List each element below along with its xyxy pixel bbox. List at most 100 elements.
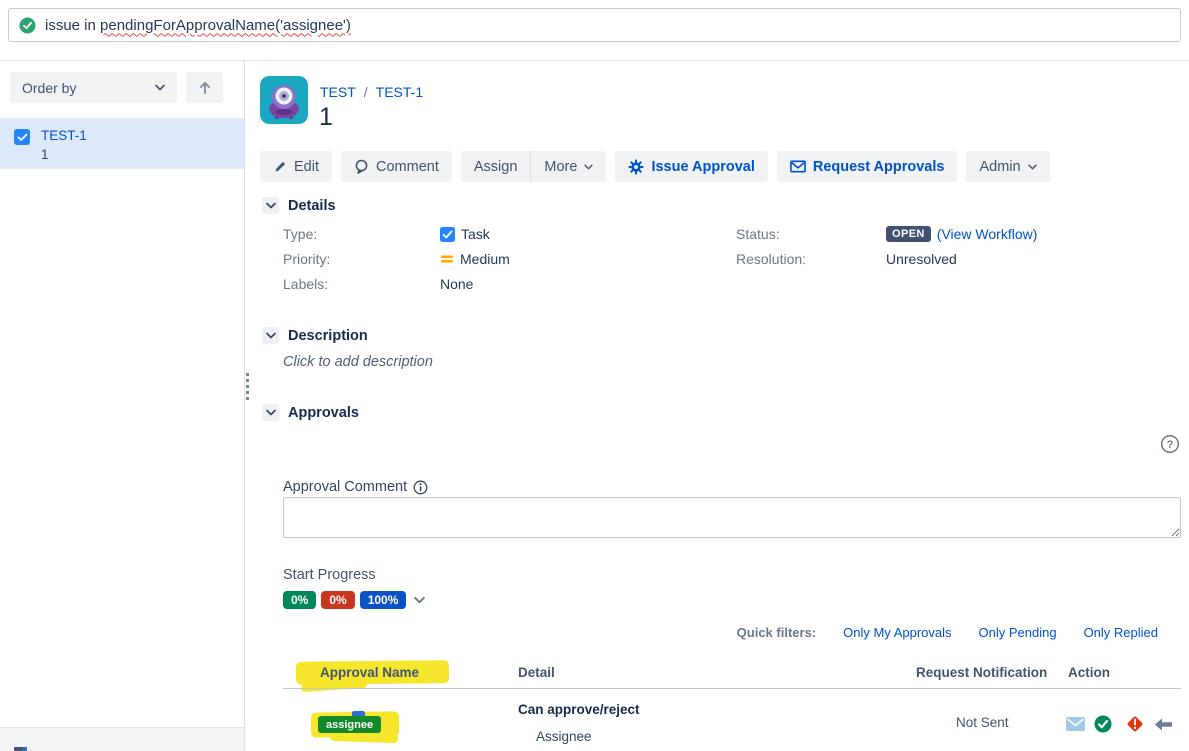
yellow-highlight-assignee-tail <box>330 732 398 743</box>
field-row-priority: Priority: Medium <box>283 251 510 267</box>
issue-toolbar: Edit Comment Assign More <box>260 151 1050 182</box>
filter-only-replied[interactable]: Only Replied <box>1084 625 1158 640</box>
request-approvals-label: Request Approvals <box>813 159 945 175</box>
filter-only-my-approvals[interactable]: Only My Approvals <box>843 625 951 640</box>
details-collapse-chevron-icon[interactable] <box>262 197 279 214</box>
assign-button[interactable]: Assign <box>461 151 531 182</box>
chevron-down-icon <box>584 164 593 170</box>
column-header-approval-name: Approval Name <box>320 665 419 680</box>
chevron-down-icon <box>155 84 165 91</box>
details-section-header: Details <box>262 197 336 214</box>
issue-list-sidebar: Order by TEST-1 1 <box>0 61 245 751</box>
chevron-down-icon <box>1028 164 1037 170</box>
issue-approval-label: Issue Approval <box>651 159 754 175</box>
order-by-dropdown[interactable]: Order by <box>10 72 177 103</box>
approve-check-icon[interactable] <box>1094 715 1112 733</box>
sort-direction-button[interactable] <box>186 72 223 103</box>
progress-badges-row: 0% 0% 100% <box>283 591 425 609</box>
approvals-collapse-chevron-icon[interactable] <box>262 404 279 421</box>
task-type-icon <box>440 227 455 242</box>
progress-badge-pending[interactable]: 100% <box>360 591 407 609</box>
sidebar-resize-handle[interactable] <box>246 373 249 400</box>
issue-title: 1 <box>319 103 333 132</box>
view-workflow-link[interactable]: (View Workflow) <box>937 226 1038 242</box>
details-heading: Details <box>288 198 336 214</box>
description-section-header: Description <box>262 327 368 344</box>
start-progress-label: Start Progress <box>283 567 376 583</box>
assign-more-button-group: Assign More <box>461 151 607 182</box>
add-description-placeholder[interactable]: Click to add description <box>283 354 433 370</box>
project-avatar <box>260 76 308 124</box>
status-badge: OPEN <box>886 226 931 242</box>
comment-button[interactable]: Comment <box>341 151 452 182</box>
priority-value: Medium <box>460 251 510 267</box>
approvals-section-header: Approvals <box>262 404 359 421</box>
issue-item-key[interactable]: TEST-1 <box>41 128 87 143</box>
comment-bubble-icon <box>354 159 369 174</box>
column-header-request-notification: Request Notification <box>916 665 1047 680</box>
admin-label: Admin <box>979 159 1020 175</box>
column-header-detail: Detail <box>518 665 555 680</box>
column-header-action: Action <box>1068 665 1110 680</box>
type-value: Task <box>461 226 490 242</box>
help-question-icon[interactable]: ? <box>1160 434 1180 454</box>
jql-query-prefix: issue in <box>45 17 100 34</box>
breadcrumb-project-link[interactable]: TEST <box>320 84 356 100</box>
reject-exclamation-icon[interactable] <box>1125 714 1145 734</box>
info-icon[interactable] <box>413 480 428 495</box>
envelope-icon <box>790 160 806 173</box>
issue-list-item-selected[interactable]: TEST-1 1 <box>0 119 244 169</box>
priority-label: Priority: <box>283 251 440 267</box>
svg-text:?: ? <box>1167 439 1174 451</box>
more-dropdown-button[interactable]: More <box>530 151 606 182</box>
issue-item-text: TEST-1 1 <box>41 128 87 168</box>
jql-query-text: issue in pendingForApprovalName('assigne… <box>45 17 351 34</box>
quick-filters-label: Quick filters: <box>737 625 816 640</box>
approval-detail-approver: Assignee <box>536 729 592 744</box>
jql-query-function: pendingForApprovalName('assignee') <box>100 17 351 34</box>
edit-button[interactable]: Edit <box>260 151 332 182</box>
pagination-icon-partial <box>14 747 27 751</box>
issue-approval-button[interactable]: Issue Approval <box>615 151 767 182</box>
approval-comment-label-row: Approval Comment <box>283 479 428 495</box>
approval-comment-label: Approval Comment <box>283 479 407 495</box>
approvals-heading: Approvals <box>288 405 359 421</box>
edit-label: Edit <box>294 159 319 175</box>
description-collapse-chevron-icon[interactable] <box>262 327 279 344</box>
order-by-label: Order by <box>22 80 76 96</box>
approval-comment-textarea[interactable] <box>283 497 1181 538</box>
request-approvals-button[interactable]: Request Approvals <box>777 151 958 182</box>
issue-checkbox[interactable] <box>14 129 30 145</box>
request-notification-status: Not Sent <box>956 715 1009 730</box>
send-mail-icon[interactable] <box>1066 717 1085 731</box>
breadcrumb-separator: / <box>364 84 368 100</box>
comment-label: Comment <box>376 159 439 175</box>
field-row-status: Status: OPEN (View Workflow) <box>736 226 1037 242</box>
sidebar-footer <box>0 727 244 751</box>
assign-label: Assign <box>474 159 518 175</box>
labels-value: None <box>440 276 473 292</box>
jql-search-input[interactable]: issue in pendingForApprovalName('assigne… <box>8 8 1181 42</box>
field-row-type: Type: Task <box>283 226 490 242</box>
progress-badge-approved[interactable]: 0% <box>283 591 316 609</box>
admin-dropdown-button[interactable]: Admin <box>966 151 1049 182</box>
jira-issue-page: issue in pendingForApprovalName('assigne… <box>0 0 1189 751</box>
filter-only-pending[interactable]: Only Pending <box>979 625 1057 640</box>
jql-valid-check-icon <box>19 17 36 34</box>
chevron-down-icon[interactable] <box>414 596 425 604</box>
breadcrumb-issue-link[interactable]: TEST-1 <box>376 84 423 100</box>
type-label: Type: <box>283 226 440 242</box>
progress-badge-rejected[interactable]: 0% <box>321 591 354 609</box>
description-heading: Description <box>288 328 368 344</box>
issue-item-summary: 1 <box>41 147 87 162</box>
approval-name-badge: assignee <box>318 716 381 733</box>
labels-label: Labels: <box>283 276 440 292</box>
gear-icon <box>628 159 644 175</box>
quick-filters-row: Quick filters: Only My Approvals Only Pe… <box>737 625 1158 640</box>
revert-arrow-icon[interactable] <box>1154 718 1173 731</box>
breadcrumb: TEST / TEST-1 <box>320 84 423 100</box>
table-header-rule <box>283 688 1181 689</box>
field-row-resolution: Resolution: Unresolved <box>736 251 957 267</box>
status-label: Status: <box>736 226 886 242</box>
more-label: More <box>544 159 577 175</box>
